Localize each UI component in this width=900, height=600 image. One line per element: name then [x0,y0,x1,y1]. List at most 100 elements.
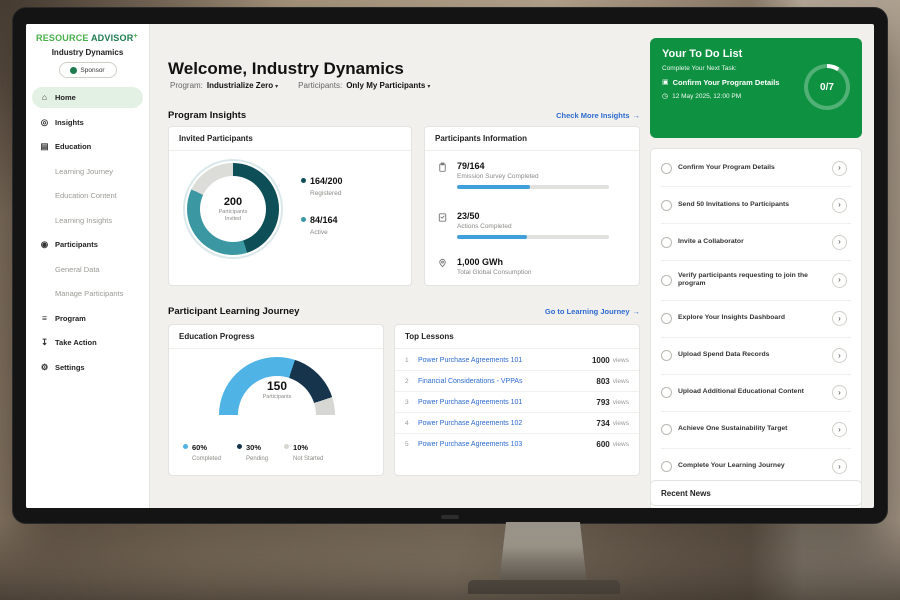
chevron-right-icon[interactable]: › [832,385,847,400]
chevron-right-icon[interactable]: › [832,348,847,363]
todo-subtitle: Complete Your Next Task: [662,65,797,72]
check-more-insights-text: Check More Insights [556,111,629,120]
todo-item[interactable]: Invite a Collaborator › [661,224,851,261]
todo-item[interactable]: Upload Spend Data Records › [661,338,851,375]
top-lessons-list: 1 Power Purchase Agreements 101 1000 vie… [395,350,639,454]
lesson-rank: 5 [405,441,415,448]
sidebar-item-label: Settings [55,363,85,372]
lesson-rank: 3 [405,399,415,406]
lesson-title-link[interactable]: Power Purchase Agreements 101 [418,399,596,406]
legend-entry: 10% Not Started [284,437,323,462]
checkbox-circle-icon[interactable] [661,163,672,174]
participants-information-card-title: Participants Information [425,127,639,151]
todo-time: 12 May 2025, 12:00 PM [672,93,741,100]
lesson-row: 2 Financial Considerations - VPPAs 803 v… [395,371,639,392]
checkbox-circle-icon[interactable] [661,461,672,472]
chevron-right-icon[interactable]: › [832,198,847,213]
emission-survey-value: 79/164 [457,161,627,171]
invited-total-value: 200 [224,196,242,208]
sidebar-item[interactable]: ◎ Insights [32,112,143,133]
sidebar-item[interactable]: Learning Insights [32,210,143,231]
sidebar-item[interactable]: Learning Journey [32,161,143,182]
program-filter[interactable]: Program:Industrialize Zero▾ [170,81,278,90]
arrow-right-icon: → [633,307,641,316]
chevron-right-icon[interactable]: › [832,161,847,176]
filters-row: Program:Industrialize Zero▾ Participants… [170,81,430,90]
chevron-down-icon: ▾ [427,84,430,90]
todo-item[interactable]: Achieve One Sustainability Target › [661,412,851,449]
recent-news-title: Recent News [661,489,711,498]
sidebar-item[interactable]: ↧ Take Action [32,332,143,353]
lesson-title-link[interactable]: Financial Considerations - VPPAs [418,378,596,385]
sidebar-item[interactable]: General Data [32,259,143,280]
participants-filter[interactable]: Participants:Only My Participants▾ [298,81,430,90]
checkbox-circle-icon[interactable] [661,313,672,324]
lesson-views-label: views [613,378,629,385]
legend-dot-icon [183,444,188,449]
todo-item[interactable]: Send 50 Invitations to Participants › [661,187,851,224]
education-progress-value: 150 [219,379,335,393]
legend-value: 30% [246,443,261,452]
chevron-right-icon[interactable]: › [832,311,847,326]
legend-entry: 60% Completed [183,437,221,462]
dashboard-screen: RESOURCE ADVISOR+ Industry Dynamics Spon… [26,24,874,508]
lesson-rank: 1 [405,357,415,364]
todo-time-row: ◷ 12 May 2025, 12:00 PM [662,93,800,100]
sidebar-item[interactable]: Manage Participants [32,283,143,304]
lesson-title-link[interactable]: Power Purchase Agreements 102 [418,420,596,427]
clock-icon: ◷ [662,93,668,100]
actions-completed-row: 23/50 Actions Completed [437,211,627,239]
todo-item[interactable]: Explore Your Insights Dashboard › [661,301,851,338]
todo-hero-card: Your To Do List Complete Your Next Task:… [650,38,862,138]
todo-item-label: Explore Your Insights Dashboard [678,314,826,323]
lesson-views-label: views [613,399,629,406]
sidebar-item-label: Participants [55,240,98,249]
todo-next-task: Confirm Your Program Details [673,78,780,87]
donut-center: 200 Participants Invited [200,176,266,242]
invited-participants-card: Invited Participants 200 Participants In… [168,126,412,286]
chevron-right-icon[interactable]: › [832,422,847,437]
chevron-right-icon[interactable]: › [832,459,847,474]
sponsor-badge-icon [70,67,77,74]
sidebar-item[interactable]: ▤ Education [32,136,143,157]
chevron-right-icon[interactable]: › [832,235,847,250]
actions-completed-label: Actions Completed [457,223,627,230]
recent-news-card[interactable]: Recent News [650,480,862,506]
logo-text-secondary: ADVISOR [91,33,133,43]
sponsor-badge-label: Sponsor [80,67,104,74]
chevron-right-icon[interactable]: › [832,273,847,288]
sidebar-item[interactable]: ◉ Participants [32,234,143,255]
sidebar-item[interactable]: ⚙ Settings [32,357,143,378]
check-more-insights-link[interactable]: Check More Insights→ [556,111,640,120]
education-icon: ▤ [40,142,49,151]
program-filter-value[interactable]: Industrialize Zero [207,81,273,90]
checkbox-circle-icon[interactable] [661,237,672,248]
go-to-learning-journey-link[interactable]: Go to Learning Journey→ [545,307,640,316]
todo-item[interactable]: Upload Additional Educational Content › [661,375,851,412]
participants-filter-value[interactable]: Only My Participants [346,81,425,90]
sidebar-item[interactable]: Education Content [32,185,143,206]
sidebar-item[interactable]: ≡ Program [32,308,143,329]
sidebar-item-label: Home [55,93,76,102]
emission-survey-progress-fill [457,185,530,189]
todo-item[interactable]: Verify participants requesting to join t… [661,261,851,301]
todo-list-card: Confirm Your Program Details › Send 50 I… [650,148,862,508]
invited-legend: 164/200 Registered 84/164 Active [301,171,343,249]
go-to-learning-journey-text: Go to Learning Journey [545,307,630,316]
global-consumption-row: 1,000 GWh Total Global Consumption [437,257,627,276]
checkbox-circle-icon[interactable] [661,275,672,286]
todo-item[interactable]: Confirm Your Program Details › [661,150,851,187]
monitor-frame: RESOURCE ADVISOR+ Industry Dynamics Spon… [12,7,888,524]
legend-entry: 84/164 Active [301,210,343,236]
logo-plus: + [133,33,137,40]
education-progress-legend: 60% Completed 30% Pending 10% Not Starte… [183,437,323,475]
logo-text-primary: RESOURCE [36,33,89,43]
lesson-title-link[interactable]: Power Purchase Agreements 101 [418,357,592,364]
sidebar-item[interactable]: ⌂ Home [32,87,143,108]
checkbox-circle-icon[interactable] [661,424,672,435]
todo-next-task-row[interactable]: ▣ Confirm Your Program Details [662,78,800,87]
checkbox-circle-icon[interactable] [661,387,672,398]
checkbox-circle-icon[interactable] [661,200,672,211]
checkbox-circle-icon[interactable] [661,350,672,361]
lesson-title-link[interactable]: Power Purchase Agreements 103 [418,441,596,448]
